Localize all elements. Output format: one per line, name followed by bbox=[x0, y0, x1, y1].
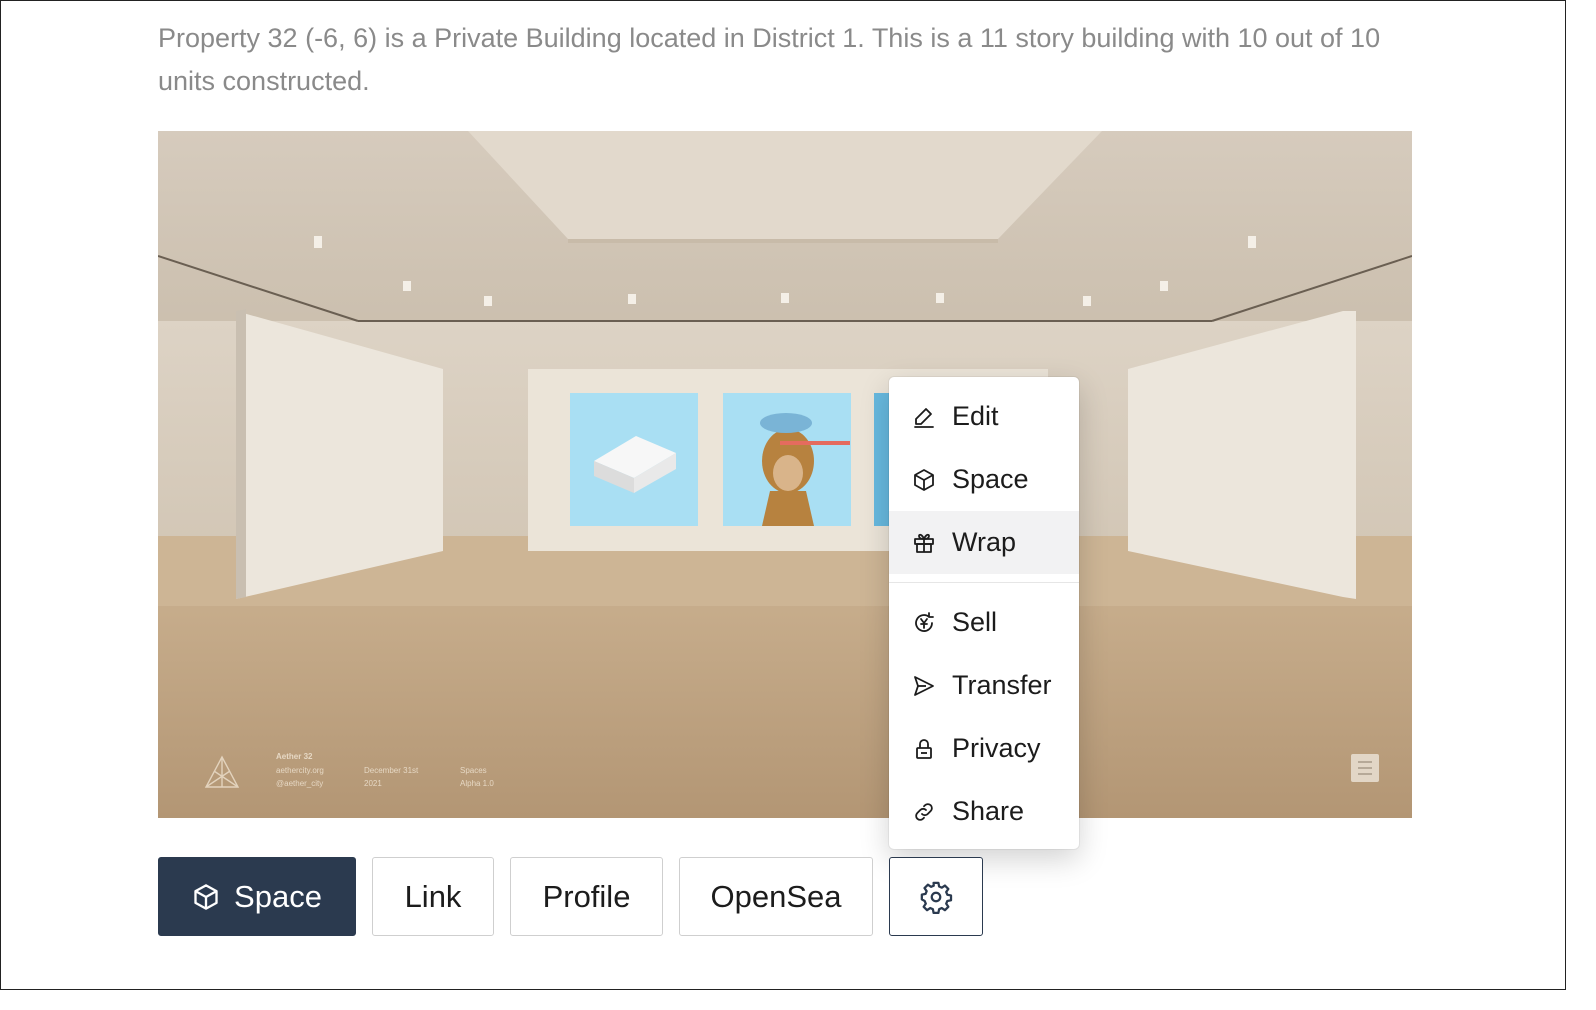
gallery-preview[interactable]: Aether 32 aethercity.org @aether_city De… bbox=[158, 131, 1412, 818]
skylight bbox=[468, 131, 1102, 239]
settings-dropdown-menu: Edit Space Wrap Sell Transfer Privacy Sh… bbox=[889, 377, 1079, 849]
profile-button[interactable]: Profile bbox=[510, 857, 663, 936]
cube-icon bbox=[911, 467, 937, 493]
property-description: Property 32 (-6, 6) is a Private Buildin… bbox=[158, 23, 1381, 96]
link-button-label: Link bbox=[404, 878, 462, 914]
yen-exchange-icon bbox=[911, 610, 937, 636]
page-frame: Property 32 (-6, 6) is a Private Buildin… bbox=[0, 0, 1566, 990]
pencil-icon bbox=[911, 404, 937, 430]
menu-divider bbox=[889, 582, 1079, 583]
watermark-product: Spaces bbox=[460, 766, 487, 775]
menu-item-edit[interactable]: Edit bbox=[889, 385, 1079, 448]
watermark-version: Alpha 1.0 bbox=[460, 779, 494, 788]
watermark-site: aethercity.org bbox=[276, 766, 324, 775]
space-button[interactable]: Space bbox=[158, 857, 356, 936]
gear-icon bbox=[919, 880, 953, 914]
menu-label-share: Share bbox=[952, 796, 1025, 826]
opensea-button[interactable]: OpenSea bbox=[679, 857, 873, 936]
profile-button-label: Profile bbox=[542, 878, 631, 914]
watermark-date-1: December 31st bbox=[364, 766, 419, 775]
menu-item-transfer[interactable]: Transfer bbox=[889, 654, 1079, 717]
link-icon bbox=[911, 799, 937, 825]
watermark-name: Aether 32 bbox=[276, 752, 313, 761]
space-button-label: Space bbox=[234, 878, 322, 914]
menu-item-share[interactable]: Share bbox=[889, 780, 1079, 843]
gift-icon bbox=[911, 530, 937, 556]
opensea-button-label: OpenSea bbox=[710, 878, 842, 914]
settings-button[interactable] bbox=[889, 857, 983, 936]
lock-icon bbox=[911, 736, 937, 762]
cube-icon bbox=[192, 883, 220, 911]
link-button[interactable]: Link bbox=[372, 857, 494, 936]
menu-item-wrap[interactable]: Wrap bbox=[889, 511, 1079, 574]
menu-label-wrap: Wrap bbox=[952, 527, 1017, 557]
menu-item-space[interactable]: Space bbox=[889, 448, 1079, 511]
wood-floor bbox=[158, 601, 1412, 818]
menu-label-edit: Edit bbox=[952, 401, 999, 431]
menu-item-sell[interactable]: Sell bbox=[889, 591, 1079, 654]
menu-label-privacy: Privacy bbox=[952, 733, 1041, 763]
send-icon bbox=[911, 673, 937, 699]
menu-label-space: Space bbox=[952, 464, 1029, 494]
watermark-handle: @aether_city bbox=[276, 779, 323, 788]
menu-item-privacy[interactable]: Privacy bbox=[889, 717, 1079, 780]
menu-label-sell: Sell bbox=[952, 607, 998, 637]
scene-menu-icon[interactable] bbox=[1351, 754, 1379, 782]
menu-label-transfer: Transfer bbox=[952, 670, 1052, 700]
watermark-date-2: 2021 bbox=[364, 779, 382, 788]
